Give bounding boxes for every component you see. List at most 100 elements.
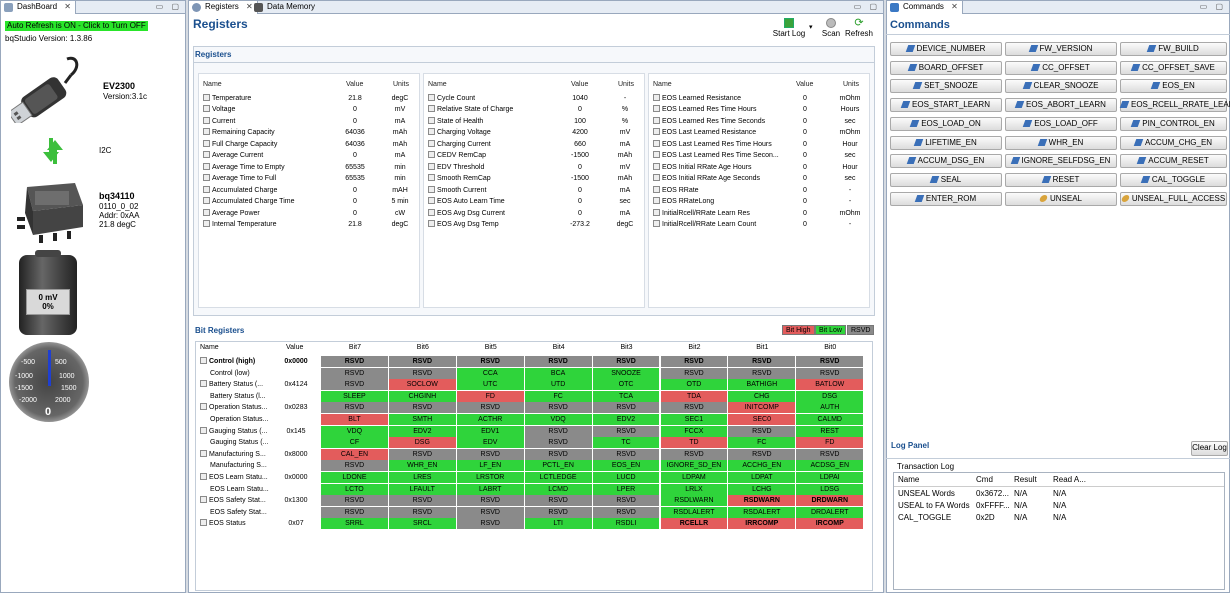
register-checkbox[interactable] [203,162,210,170]
register-row[interactable]: EOS Learned Resistance [653,93,793,104]
bit-register-row[interactable]: Control (high) [200,356,274,367]
register-row[interactable]: Average Time to Full [203,173,343,184]
command-button-eos-en[interactable]: EOS_EN [1120,79,1227,94]
register-row[interactable]: Average Time to Empty [203,162,343,173]
register-row[interactable]: InitialRcell/RRate Learn Res [653,208,793,219]
register-row[interactable]: EOS RRate [653,185,793,196]
register-checkbox[interactable] [203,116,210,124]
register-row[interactable]: Remaining Capacity [203,127,343,138]
register-row[interactable]: Full Charge Capacity [203,139,343,150]
register-checkbox[interactable] [653,162,660,170]
register-checkbox[interactable] [428,116,435,124]
window-controls[interactable]: ▭ ▢ [1200,2,1226,11]
command-button-whr-en[interactable]: WHR_EN [1005,135,1117,150]
tab-dashboard[interactable]: DashBoard ✕ [1,1,76,14]
command-button-accum-reset[interactable]: ACCUM_RESET [1120,154,1227,169]
register-checkbox[interactable] [428,162,435,170]
register-row[interactable]: Charging Current [428,139,568,150]
register-row[interactable]: Charging Voltage [428,127,568,138]
register-row[interactable]: Smooth RemCap [428,173,568,184]
register-row[interactable]: EOS RRateLong [653,196,793,207]
clear-log-button[interactable]: Clear Log [1191,441,1228,456]
register-checkbox[interactable] [428,128,435,136]
edit-icon[interactable] [200,403,207,411]
register-box-icon[interactable] [200,426,207,434]
register-checkbox[interactable] [428,105,435,113]
register-row[interactable]: Temperature [203,93,343,104]
register-checkbox[interactable] [653,94,660,101]
command-button-pin-control-en[interactable]: PIN_CONTROL_EN [1120,116,1227,131]
command-button-cc-offset-save[interactable]: CC_OFFSET_SAVE [1120,60,1227,75]
register-row[interactable]: EOS Last Learned Res Time Hours [653,139,793,150]
auto-refresh-toggle[interactable]: Auto Refresh is ON - Click to Turn OFF [5,21,148,31]
register-checkbox[interactable] [428,139,435,147]
bit-register-row[interactable]: EOS Status [200,518,274,529]
register-checkbox[interactable] [428,94,435,101]
register-row[interactable]: State of Health [428,116,568,127]
command-button-eos-load-off[interactable]: EOS_LOAD_OFF [1005,116,1117,131]
register-row[interactable]: Voltage [203,104,343,115]
register-checkbox[interactable] [203,219,210,227]
register-checkbox[interactable] [428,208,435,216]
register-checkbox[interactable] [653,105,660,113]
register-row[interactable]: EOS Last Learned Resistance [653,127,793,138]
register-row[interactable]: EOS Auto Learn Time [428,196,568,207]
register-row[interactable]: Smooth Current [428,185,568,196]
register-row[interactable]: EOS Initial RRate Age Seconds [653,173,793,184]
command-button-eos-abort-learn[interactable]: EOS_ABORT_LEARN [1005,98,1117,113]
command-button-cal-toggle[interactable]: CAL_TOGGLE [1120,172,1227,187]
bit-register-row[interactable]: Battery Status (l... [200,391,274,402]
refresh-button[interactable]: ⟳ Refresh [844,18,874,39]
command-button-lifetime-en[interactable]: LIFETIME_EN [890,135,1002,150]
bit-register-row[interactable]: Gauging Status (... [200,437,274,448]
register-box-icon[interactable] [200,449,207,457]
bit-register-row[interactable]: Operation Status... [200,414,274,425]
bit-register-row[interactable]: EOS Safety Stat... [200,495,274,506]
register-row[interactable]: EOS Learned Res Time Hours [653,104,793,115]
tab-data-memory[interactable]: Data Memory [251,1,319,14]
command-button-fw-version[interactable]: FW_VERSION [1005,42,1117,56]
register-row[interactable]: EDV Threshold [428,162,568,173]
register-checkbox[interactable] [653,219,660,227]
register-row[interactable]: EOS Learned Res Time Seconds [653,116,793,127]
command-button-ignore-selfdsg-en[interactable]: IGNORE_SELFDSG_EN [1005,154,1117,169]
command-button-eos-start-learn[interactable]: EOS_START_LEARN [890,98,1002,113]
register-checkbox[interactable] [653,174,660,182]
tab-registers[interactable]: Registers ✕ [189,1,258,14]
register-checkbox[interactable] [653,128,660,136]
register-row[interactable]: Average Current [203,150,343,161]
tab-commands[interactable]: Commands ✕ [887,1,963,14]
register-checkbox[interactable] [203,105,210,113]
command-button-reset[interactable]: RESET [1005,172,1117,187]
command-button-cc-offset[interactable]: CC_OFFSET [1005,60,1117,75]
window-controls[interactable]: ▭ ▢ [854,2,880,11]
bit-register-row[interactable]: Operation Status... [200,402,274,413]
command-button-accum-chg-en[interactable]: ACCUM_CHG_EN [1120,135,1227,150]
edit-icon[interactable] [200,380,207,388]
register-row[interactable]: EOS Last Learned Res Time Secon... [653,150,793,161]
window-controls[interactable]: ▭ ▢ [156,2,182,11]
bit-register-row[interactable]: EOS Learn Statu... [200,472,274,483]
register-row[interactable]: CEDV RemCap [428,150,568,161]
register-row[interactable]: Current [203,116,343,127]
bit-register-row[interactable]: Battery Status (... [200,379,274,390]
command-button-enter-rom[interactable]: ENTER_ROM [890,191,1002,206]
bit-register-row[interactable]: Gauging Status (... [200,426,274,437]
register-checkbox[interactable] [203,94,210,101]
register-checkbox[interactable] [653,197,660,205]
register-checkbox[interactable] [653,139,660,147]
register-checkbox[interactable] [203,208,210,216]
bit-register-row[interactable]: Manufacturing S... [200,449,274,460]
edit-icon[interactable] [200,357,207,364]
command-button-fw-build[interactable]: FW_BUILD [1120,42,1227,56]
register-row[interactable]: Internal Temperature [203,219,343,230]
register-box-icon[interactable] [200,519,207,527]
command-button-accum-dsg-en[interactable]: ACCUM_DSG_EN [890,154,1002,169]
start-log-button[interactable]: Start Log [772,18,806,38]
command-button-set-snooze[interactable]: SET_SNOOZE [890,79,1002,94]
register-row[interactable]: EOS Avg Dsg Temp [428,219,568,230]
bit-register-row[interactable]: EOS Safety Stat... [200,507,274,518]
command-button-seal[interactable]: SEAL [890,172,1002,187]
register-checkbox[interactable] [653,185,660,193]
register-checkbox[interactable] [203,185,210,193]
